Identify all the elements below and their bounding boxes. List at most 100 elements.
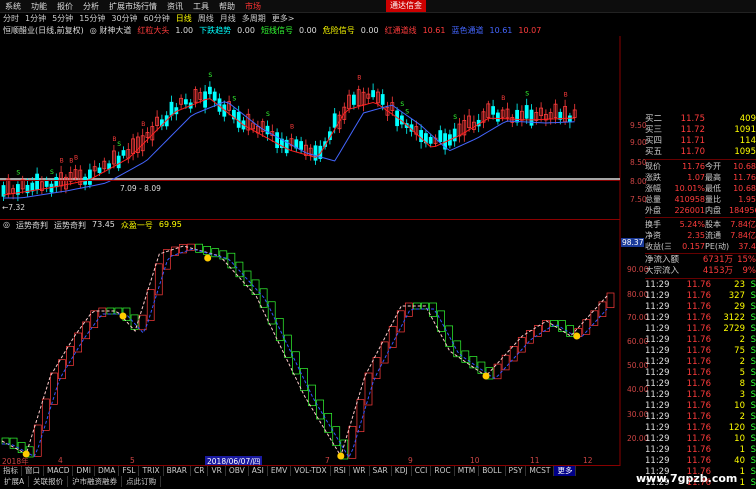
bottom-tab-related-quote[interactable]: 关联报价 xyxy=(29,476,69,487)
period-15min[interactable]: 15分钟 xyxy=(76,13,108,24)
price-chart[interactable]: S SB B BBSBSSSBBSSSBS B xyxy=(0,36,645,466)
tick-cell: 3 xyxy=(739,390,745,400)
tick-row: 11:29 11.76 120 S xyxy=(645,423,756,434)
quote-cell: 5.24% xyxy=(679,220,705,229)
field-value-3: 0.00 xyxy=(298,26,317,35)
tick-cell: 11:29 xyxy=(645,324,670,334)
period-5min[interactable]: 5分钟 xyxy=(49,13,76,24)
tick-cell: S xyxy=(750,390,756,400)
period-weekly[interactable]: 周线 xyxy=(195,13,217,24)
indicator-series-1-value: 73.45 xyxy=(91,220,115,229)
indicator-label-bar: ◎ 运势奇判 运势奇判 73.45 众盈一号 69.95 xyxy=(0,220,620,231)
oscillator-box xyxy=(259,288,268,308)
tick-cell: S xyxy=(750,412,756,422)
oscillator-box xyxy=(316,399,324,420)
tick-cell: 11.76 xyxy=(686,445,711,455)
tick-cell: 11.76 xyxy=(686,379,711,389)
period-60min[interactable]: 60分钟 xyxy=(141,13,173,24)
indicator-tab[interactable]: ROC xyxy=(431,466,455,476)
period-1min[interactable]: 1分钟 xyxy=(22,13,49,24)
order-book-row: 买四 11.71 114 xyxy=(645,136,756,146)
indicator-icon[interactable]: ◎ xyxy=(0,220,13,231)
indicator-tab[interactable]: FSL xyxy=(119,466,140,476)
indicator-tab[interactable]: VR xyxy=(208,466,226,476)
flow-cell: 9% xyxy=(742,266,756,276)
indicator-name[interactable]: ◎ 财神大道 xyxy=(87,25,135,36)
indicator-tab[interactable]: DMI xyxy=(73,466,95,476)
indicator-tab[interactable]: MCST xyxy=(526,466,555,476)
order-book-row: 买三 11.72 1091 xyxy=(645,125,756,135)
tick-cell: S xyxy=(750,368,756,378)
field-value-5: 10.61 xyxy=(422,26,446,35)
indicator-tab[interactable]: SAR xyxy=(370,466,392,476)
candle-body xyxy=(419,130,424,143)
indicator-tab[interactable]: CR xyxy=(191,466,209,476)
tick-cell: S xyxy=(750,357,756,367)
indicator-title[interactable]: 运势奇判 xyxy=(13,220,51,231)
indicator-tab[interactable]: TRIX xyxy=(139,466,164,476)
indicator-tab[interactable]: KDJ xyxy=(392,466,412,476)
period-monthly[interactable]: 月线 xyxy=(217,13,239,24)
signal-label: S xyxy=(16,169,20,176)
indicator-tab[interactable]: ASI xyxy=(249,466,268,476)
indicator-tab[interactable]: CCI xyxy=(412,466,432,476)
tick-cell: 11.76 xyxy=(686,368,711,378)
bottom-tab-extended[interactable]: 扩展A xyxy=(0,476,30,487)
bottom-tab-subscribe[interactable]: 点此订购 xyxy=(122,476,162,487)
indicator-tab[interactable]: BOLL xyxy=(479,466,506,476)
oscillator-box xyxy=(566,325,575,337)
quote-cell: 10.68 xyxy=(733,184,756,193)
oscillator-line-2 xyxy=(2,248,608,459)
menu-item-market[interactable]: 市场 xyxy=(240,1,266,12)
indicator-tab[interactable]: BRAR xyxy=(164,466,192,476)
indicator-tab[interactable]: PSY xyxy=(506,466,527,476)
signal-label: S xyxy=(266,111,270,118)
indicator-tab[interactable]: 更多 xyxy=(554,466,577,476)
menu-item-extended-market[interactable]: 扩展市场行情 xyxy=(104,1,162,12)
oscillator-box xyxy=(300,368,308,392)
signal-label: S xyxy=(208,72,212,79)
field-value-6: 10.61 xyxy=(489,26,513,35)
indicator-tab[interactable]: MTM xyxy=(455,466,480,476)
tick-cell: 11.76 xyxy=(686,357,711,367)
quote-cell: 总量 xyxy=(645,195,661,204)
indicator-tab[interactable]: WR xyxy=(350,466,370,476)
signal-label: B xyxy=(141,121,145,128)
period-daily[interactable]: 日线 xyxy=(173,13,195,24)
tick-cell: 11.76 xyxy=(686,302,711,312)
quote-row: 收益(三) 0.157PE(动) 37.4 xyxy=(645,241,756,252)
period-more[interactable]: 更多> xyxy=(269,13,298,24)
field-value-7: 10.07 xyxy=(518,26,542,35)
indicator-tab[interactable]: 指标 xyxy=(0,466,22,476)
signal-label: B xyxy=(112,136,116,143)
menu-item-quote[interactable]: 报价 xyxy=(52,1,78,12)
tick-cell: 5 xyxy=(739,368,745,378)
indicator-tab[interactable]: OBV xyxy=(226,466,249,476)
quote-cell: 最低 xyxy=(705,184,721,193)
menu-item-tools[interactable]: 工具 xyxy=(188,1,214,12)
period-multi[interactable]: 多周期 xyxy=(239,13,269,24)
indicator-tab[interactable]: VOL-TDX xyxy=(291,466,331,476)
indicator-tab[interactable]: EMV xyxy=(268,466,292,476)
menu-item-analysis[interactable]: 分析 xyxy=(78,1,104,12)
tick-cell: 11:29 xyxy=(645,280,670,290)
quote-cell: 涨幅 xyxy=(645,184,661,193)
bottom-tab-margin[interactable]: 沪市融资融券 xyxy=(68,476,123,487)
indicator-tab[interactable]: MACD xyxy=(44,466,74,476)
tick-cell: 11:29 xyxy=(645,390,670,400)
menu-item-function[interactable]: 功能 xyxy=(26,1,52,12)
menu-item-news[interactable]: 资讯 xyxy=(162,1,188,12)
indicator-tab[interactable]: 窗口 xyxy=(22,466,44,476)
period-minute-chart[interactable]: 分时 xyxy=(0,13,22,24)
tick-cell: 11.76 xyxy=(686,434,711,444)
tick-list[interactable]: 11:29 11.76 23 S 11:29 11.76 327 S 11:29 11.76 29 S… xyxy=(645,280,756,489)
menu-item-system[interactable]: 系统 xyxy=(0,1,26,12)
quote-cell: 7.84亿 xyxy=(730,220,756,229)
candle-body xyxy=(207,86,212,95)
quote-cell: 最高 xyxy=(705,173,721,182)
menu-item-help[interactable]: 帮助 xyxy=(214,1,240,12)
indicator-tab[interactable]: DMA xyxy=(95,466,120,476)
indicator-tab[interactable]: RSI xyxy=(331,466,350,476)
tick-cell: S xyxy=(750,467,756,477)
period-30min[interactable]: 30分钟 xyxy=(108,13,140,24)
